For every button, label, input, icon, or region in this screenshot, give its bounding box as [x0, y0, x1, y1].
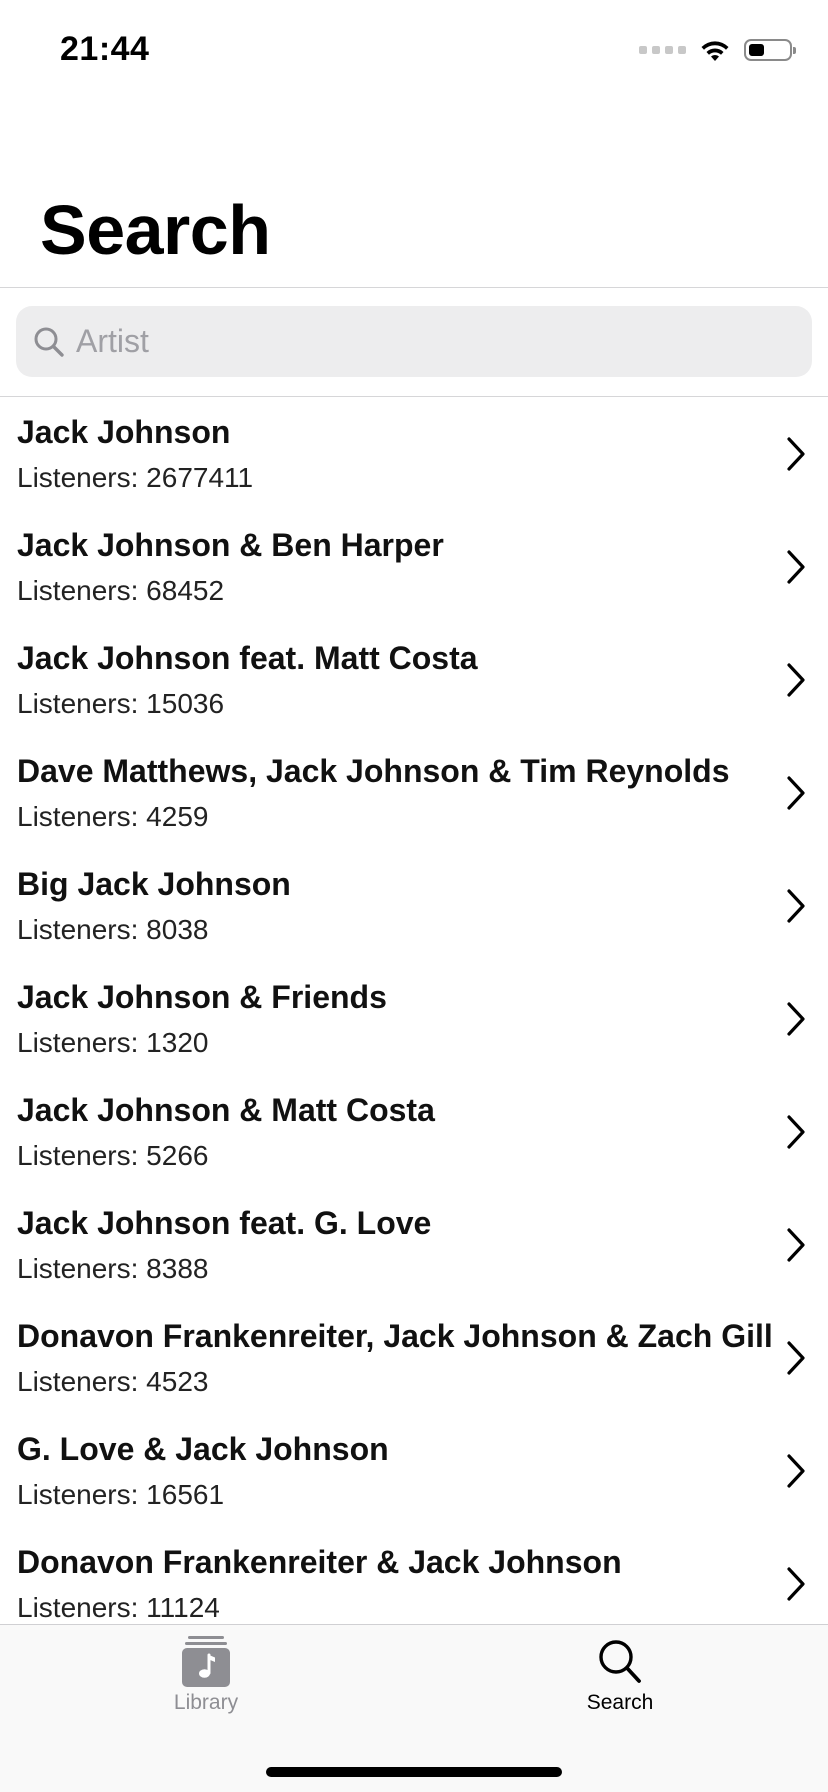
- listeners-count: Listeners: 11124: [17, 1592, 220, 1623]
- search-divider: [0, 396, 828, 397]
- chevron-right-icon: [787, 889, 805, 923]
- listeners-count: Listeners: 4523: [17, 1366, 209, 1397]
- list-item[interactable]: Jack Johnson & Friends Listeners: 1320: [0, 963, 828, 1076]
- listeners-count: Listeners: 4259: [17, 801, 209, 832]
- listeners-count: Listeners: 5266: [17, 1140, 209, 1171]
- artist-name: Jack Johnson: [17, 414, 231, 450]
- chevron-right-icon: [787, 1567, 805, 1601]
- list-item[interactable]: Dave Matthews, Jack Johnson & Tim Reynol…: [0, 737, 828, 850]
- list-item[interactable]: Jack Johnson Listeners: 2677411: [0, 398, 828, 511]
- status-icons: [639, 34, 796, 66]
- artist-name: Jack Johnson & Matt Costa: [17, 1092, 435, 1128]
- listeners-count: Listeners: 15036: [17, 688, 225, 719]
- search-input[interactable]: [76, 323, 776, 360]
- list-item[interactable]: Jack Johnson & Ben Harper Listeners: 684…: [0, 511, 828, 624]
- chevron-right-icon: [787, 550, 805, 584]
- artist-name: Dave Matthews, Jack Johnson & Tim Reynol…: [17, 753, 730, 789]
- search-icon: [599, 1640, 641, 1683]
- chevron-right-icon: [787, 1115, 805, 1149]
- artist-name: Donavon Frankenreiter & Jack Johnson: [17, 1544, 622, 1580]
- artist-name: Jack Johnson feat. Matt Costa: [17, 640, 478, 676]
- home-indicator: [266, 1767, 562, 1777]
- music-library-icon: [182, 1636, 230, 1687]
- tab-label: Search: [586, 1691, 654, 1714]
- results-list: Jack Johnson Listeners: 2677411 Jack Joh…: [0, 398, 828, 1624]
- chevron-right-icon: [787, 437, 805, 471]
- chevron-right-icon: [787, 776, 805, 810]
- list-item[interactable]: Donavon Frankenreiter & Jack Johnson Lis…: [0, 1528, 828, 1624]
- listeners-count: Listeners: 16561: [17, 1479, 225, 1510]
- chevron-right-icon: [787, 1454, 805, 1488]
- page-title: Search: [40, 191, 271, 269]
- artist-name: Donavon Frankenreiter, Jack Johnson & Za…: [17, 1318, 773, 1354]
- magnifying-glass-icon: [32, 325, 66, 359]
- listeners-count: Listeners: 1320: [17, 1027, 209, 1058]
- artist-name: G. Love & Jack Johnson: [17, 1431, 389, 1467]
- artist-name: Big Jack Johnson: [17, 866, 291, 902]
- status-time: 21:44: [60, 30, 150, 68]
- chevron-right-icon: [787, 1228, 805, 1262]
- list-item[interactable]: Jack Johnson feat. G. Love Listeners: 83…: [0, 1189, 828, 1302]
- list-item[interactable]: Donavon Frankenreiter, Jack Johnson & Za…: [0, 1302, 828, 1415]
- artist-name: Jack Johnson feat. G. Love: [17, 1205, 432, 1241]
- listeners-count: Listeners: 8038: [17, 914, 209, 945]
- tab-label: Library: [173, 1691, 239, 1714]
- chevron-right-icon: [787, 663, 805, 697]
- wifi-icon: [701, 41, 729, 61]
- list-item[interactable]: Big Jack Johnson Listeners: 8038: [0, 850, 828, 963]
- tab-library[interactable]: Library: [106, 1635, 306, 1745]
- chevron-right-icon: [787, 1341, 805, 1375]
- tab-search[interactable]: Search: [520, 1635, 720, 1745]
- chevron-right-icon: [787, 1002, 805, 1036]
- artist-name: Jack Johnson & Ben Harper: [17, 527, 444, 563]
- list-item[interactable]: Jack Johnson feat. Matt Costa Listeners:…: [0, 624, 828, 737]
- search-bar[interactable]: [16, 306, 812, 377]
- listeners-count: Listeners: 8388: [17, 1253, 209, 1284]
- listeners-count: Listeners: 2677411: [17, 462, 254, 493]
- cellular-signal-icon: [639, 46, 686, 54]
- header-divider: [0, 287, 828, 288]
- battery-icon: [744, 39, 796, 61]
- artist-name: Jack Johnson & Friends: [17, 979, 387, 1015]
- list-item[interactable]: Jack Johnson & Matt Costa Listeners: 526…: [0, 1076, 828, 1189]
- list-item[interactable]: G. Love & Jack Johnson Listeners: 16561: [0, 1415, 828, 1528]
- listeners-count: Listeners: 68452: [17, 575, 225, 606]
- status-bar: 21:44: [0, 0, 828, 100]
